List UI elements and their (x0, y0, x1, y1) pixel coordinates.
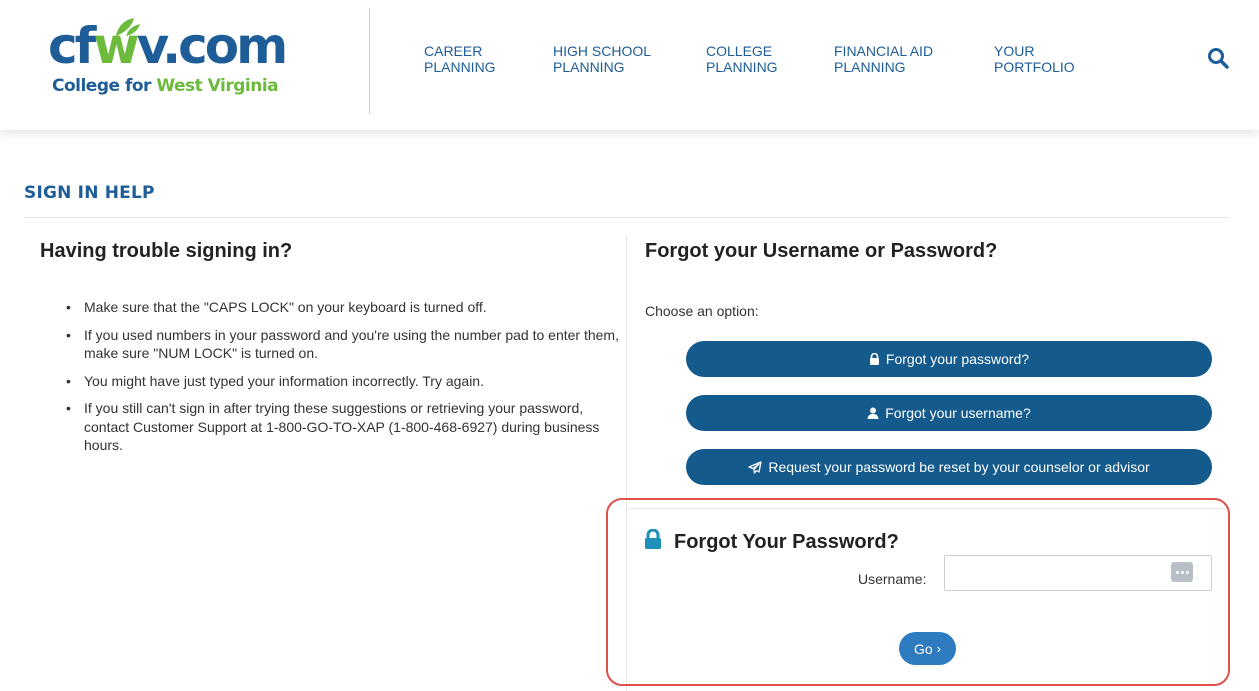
trouble-heading: Having trouble signing in? (40, 240, 293, 262)
nav-label-line1: COLLEGE (706, 43, 773, 59)
forgot-password-panel-title: Forgot Your Password? (643, 528, 899, 555)
chevron-right-icon: › (936, 641, 942, 656)
logo-wordmark: cfwv.com (48, 17, 288, 75)
go-button[interactable]: Go › (899, 632, 956, 665)
list-item: If you still can't sign in after trying … (64, 399, 624, 455)
nav-label-line2: PLANNING (553, 59, 625, 75)
header-divider (369, 8, 370, 114)
nav-label-line1: CAREER (424, 43, 483, 59)
panel-title-text: Forgot Your Password? (674, 530, 899, 553)
cfwv-logo[interactable]: cfwv.com College for West Virginia (48, 18, 308, 103)
nav-financial-aid-planning[interactable]: FINANCIAL AID PLANNING (834, 43, 933, 75)
nav-label-line1: YOUR (994, 43, 1035, 59)
nav-high-school-planning[interactable]: HIGH SCHOOL PLANNING (553, 43, 651, 75)
forgot-password-label: Forgot your password? (885, 351, 1030, 367)
title-divider (24, 217, 1229, 218)
nav-label-line1: HIGH SCHOOL (553, 43, 652, 59)
lock-icon (869, 353, 880, 365)
password-manager-icon[interactable] (1171, 562, 1193, 582)
lock-icon (643, 528, 663, 555)
logo-tagline: College for West Virginia (52, 76, 279, 96)
forgot-heading: Forgot your Username or Password? (645, 240, 998, 262)
nav-career-planning[interactable]: CAREER PLANNING (424, 43, 496, 75)
request-reset-label: Request your password be reset by your c… (768, 459, 1150, 475)
column-divider (626, 236, 627, 691)
nav-label-line2: PLANNING (706, 59, 778, 75)
user-icon (867, 407, 879, 419)
go-label: Go (913, 640, 933, 657)
nav-college-planning[interactable]: COLLEGE PLANNING (706, 43, 778, 75)
forgot-password-button[interactable]: Forgot your password? (686, 341, 1212, 377)
forgot-username-button[interactable]: Forgot your username? (686, 395, 1212, 431)
paper-plane-icon (748, 460, 762, 474)
list-item: If you used numbers in your password and… (64, 326, 624, 363)
nav-label-line2: PLANNING (834, 59, 906, 75)
tips-list: Make sure that the "CAPS LOCK" on your k… (64, 298, 624, 464)
logo-tagline-part1: College for (52, 76, 157, 96)
list-item: Make sure that the "CAPS LOCK" on your k… (64, 298, 624, 317)
nav-label-line1: FINANCIAL AID (834, 43, 934, 59)
username-label: Username: (858, 571, 927, 587)
nav-your-portfolio[interactable]: YOUR PORTFOLIO (994, 43, 1075, 75)
request-reset-button[interactable]: Request your password be reset by your c… (686, 449, 1212, 485)
choose-option-text: Choose an option: (645, 303, 759, 319)
list-item: You might have just typed your informati… (64, 372, 624, 391)
forgot-username-label: Forgot your username? (885, 405, 1031, 421)
page-title: SIGN IN HELP (24, 183, 155, 203)
search-button[interactable] (1206, 46, 1232, 72)
logo-tagline-part2: West Virginia (156, 76, 279, 96)
search-icon (1208, 48, 1229, 69)
site-header: cfwv.com College for West Virginia CAREE… (0, 0, 1259, 130)
nav-label-line2: PORTFOLIO (994, 59, 1075, 75)
nav-label-line2: PLANNING (424, 59, 496, 75)
leaf-icon (116, 18, 140, 36)
